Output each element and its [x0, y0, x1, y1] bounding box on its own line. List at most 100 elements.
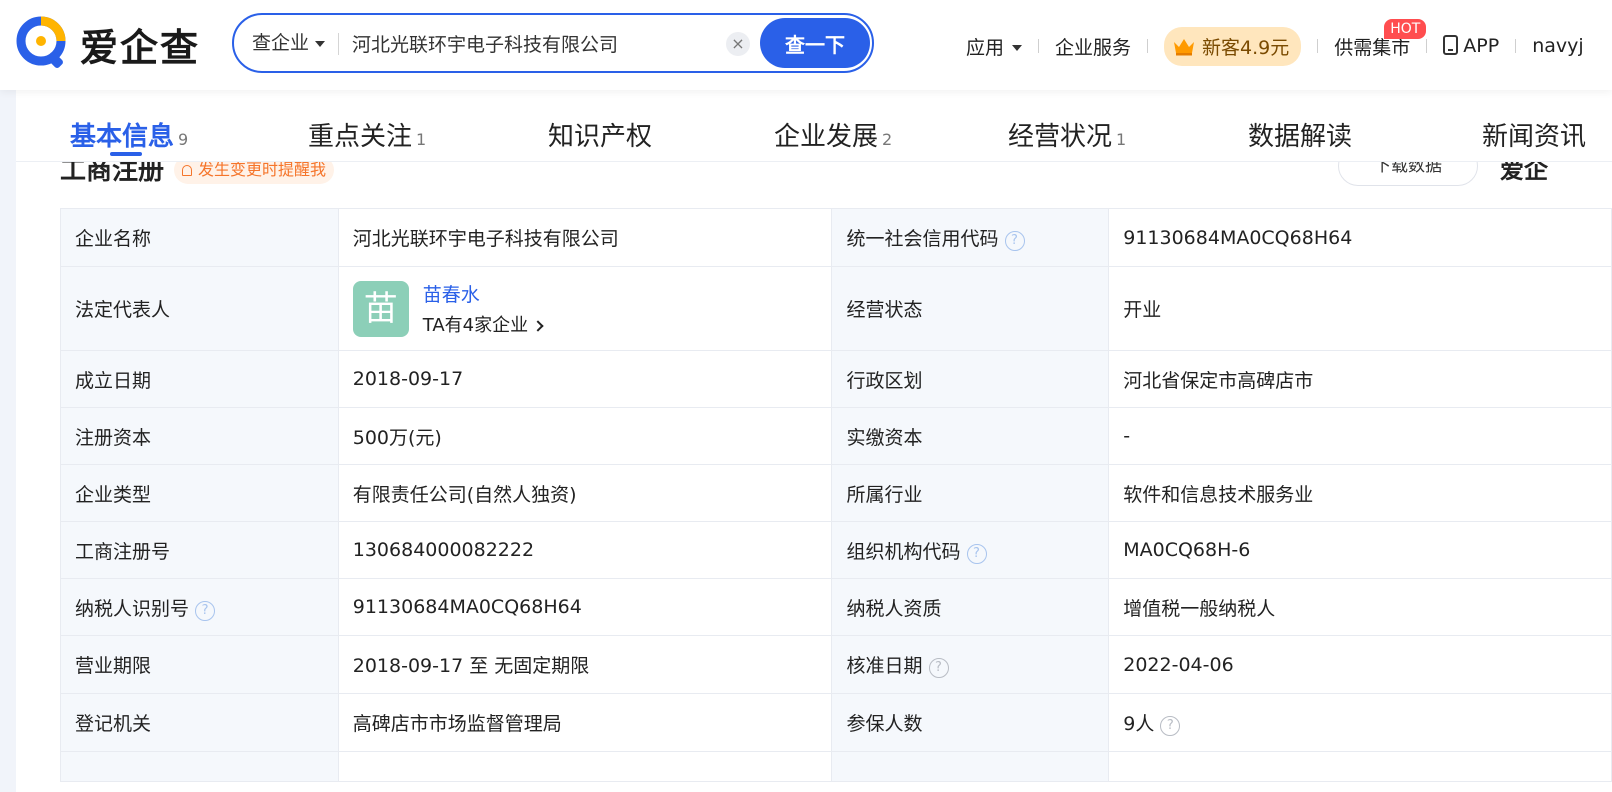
cell-label: 登记机关 [60, 693, 339, 752]
cell-label: 所属行业 [831, 464, 1110, 522]
tab-count: 1 [416, 130, 427, 149]
caret-down-icon [315, 40, 326, 47]
search-box: 查企业 × 查一下 [232, 13, 874, 73]
left-background-strip [0, 90, 16, 792]
site-logo[interactable]: 爱企查 [14, 14, 200, 74]
phone-icon [1443, 35, 1459, 55]
tab-news[interactable]: 新闻资讯 [1482, 116, 1586, 153]
nav-market-label: 供需集市 [1334, 36, 1411, 59]
nav-app[interactable]: APP [1443, 35, 1499, 57]
business-registration-table: 企业名称 河北光联环宇电子科技有限公司 统一社会信用代码? 91130684MA… [60, 208, 1612, 782]
table-row: 法定代表人 苗 苗春水 TA有4家企业 经营状态 开业 [60, 266, 1612, 351]
active-tab-indicator [110, 152, 142, 156]
cell-label: 参保人数 [831, 693, 1110, 752]
table-row: 营业期限 2018-09-17 至 无固定期限 核准日期? 2022-04-06 [60, 635, 1612, 694]
table-row: 登记机关 高碑店市市场监督管理局 参保人数 9人? [60, 693, 1612, 752]
nav-divider [1426, 39, 1428, 53]
cell-label: 注册资本 [60, 407, 339, 465]
nav-divider [1317, 39, 1319, 53]
help-icon[interactable]: ? [928, 658, 949, 678]
top-nav: 应用 企业服务 新客4.9元 供需集市 HOT APP navyj [966, 18, 1584, 66]
avatar[interactable]: 苗 [352, 280, 409, 337]
legal-representative: 苗 苗春水 TA有4家企业 [352, 280, 818, 337]
cell-value: 开业 [1108, 266, 1612, 351]
label-text: 统一社会信用代码 [846, 228, 999, 250]
tab-data-insights[interactable]: 数据解读 [1248, 116, 1352, 153]
tab-basic-info[interactable]: 基本信息 9 [70, 116, 188, 153]
cell-value [1108, 751, 1612, 782]
nav-promo-badge[interactable]: 新客4.9元 [1164, 26, 1302, 66]
cell-label: 行政区划 [831, 350, 1110, 408]
nav-user[interactable]: navyj [1532, 35, 1583, 57]
cell-value: - [1108, 407, 1612, 465]
cell-value: 软件和信息技术服务业 [1108, 464, 1612, 522]
tab-intellectual-property[interactable]: 知识产权 [548, 116, 652, 153]
label-text: 核准日期 [846, 655, 923, 677]
nav-enterprise-services[interactable]: 企业服务 [1055, 33, 1131, 60]
help-icon[interactable]: ? [195, 600, 216, 621]
logo-text: 爱企查 [80, 25, 201, 70]
cell-value: 河北省保定市高碑店市 [1108, 350, 1612, 408]
search-input[interactable] [352, 15, 712, 71]
tab-development[interactable]: 企业发展 2 [774, 116, 892, 153]
help-icon[interactable]: ? [1160, 716, 1181, 736]
table-row: 企业名称 河北光联环宇电子科技有限公司 统一社会信用代码? 91130684MA… [60, 208, 1612, 267]
cell-label: 经营状态 [831, 266, 1110, 351]
help-icon[interactable]: ? [966, 543, 987, 564]
chevron-right-icon [532, 320, 544, 332]
search-button[interactable]: 查一下 [760, 18, 870, 68]
nav-market[interactable]: 供需集市 HOT [1334, 18, 1427, 60]
tab-label: 新闻资讯 [1482, 122, 1587, 152]
nav-divider [1147, 39, 1149, 53]
cell-value: 500万(元) [337, 407, 833, 465]
table-row [60, 751, 1612, 782]
tab-operations[interactable]: 经营状况 1 [1008, 116, 1126, 153]
cell-label: 纳税人资质 [831, 578, 1110, 636]
table-row: 企业类型 有限责任公司(自然人独资) 所属行业 软件和信息技术服务业 [60, 464, 1612, 522]
logo-q-icon [16, 16, 66, 68]
cell-value [337, 751, 833, 782]
label-text: 纳税人识别号 [75, 597, 190, 620]
cell-value: 2022-04-06 [1108, 635, 1612, 694]
legal-rep-name-link[interactable]: 苗春水 [423, 280, 542, 307]
search-type-dropdown[interactable]: 查企业 [252, 15, 326, 71]
value-text: 9人 [1123, 713, 1155, 735]
nav-divider [1038, 39, 1040, 53]
cell-label: 纳税人识别号? [60, 578, 339, 636]
tab-key-focus[interactable]: 重点关注 1 [308, 116, 426, 153]
nav-app-label: APP [1463, 35, 1500, 57]
bell-icon [182, 165, 192, 176]
search-divider [338, 33, 339, 55]
cell-value: 9人? [1108, 693, 1612, 752]
tab-count: 1 [1116, 130, 1127, 149]
table-row: 工商注册号 130684000082222 组织机构代码? MA0CQ68H-6 [60, 521, 1612, 579]
nav-divider [1515, 39, 1517, 53]
cell-label: 企业名称 [60, 208, 339, 267]
legal-rep-companies-link[interactable]: TA有4家企业 [423, 311, 544, 337]
cell-value: 91130684MA0CQ68H64 [1108, 208, 1612, 267]
cell-label: 成立日期 [60, 350, 339, 408]
crown-icon [1174, 39, 1195, 56]
tab-label: 企业发展 [774, 122, 879, 152]
cell-label: 统一社会信用代码? [831, 208, 1110, 267]
table-row: 注册资本 500万(元) 实缴资本 - [60, 407, 1612, 465]
help-icon[interactable]: ? [1004, 231, 1025, 251]
cell-label: 实缴资本 [831, 407, 1110, 465]
nav-apps[interactable]: 应用 [966, 33, 1023, 60]
cell-label: 核准日期? [831, 635, 1110, 694]
cell-value: 有限责任公司(自然人独资) [337, 464, 833, 522]
search-type-label: 查企业 [252, 32, 310, 54]
top-header: 爱企查 查企业 × 查一下 应用 企业服务 新客4.9元 供需集市 HOT [0, 0, 1612, 90]
label-text: 组织机构代码 [846, 540, 961, 563]
cell-value: 高碑店市市场监督管理局 [337, 693, 833, 752]
tab-label: 基本信息 [70, 122, 175, 152]
clear-icon[interactable]: × [726, 32, 750, 56]
cell-label [831, 751, 1110, 782]
cell-value: 2018-09-17 [337, 350, 833, 408]
tab-label: 经营状况 [1008, 122, 1113, 152]
cell-value: MA0CQ68H-6 [1108, 521, 1612, 579]
tab-bar: 基本信息 9 重点关注 1 知识产权 企业发展 2 经营状况 1 数据解读 新闻资讯 [16, 90, 1612, 162]
cell-label: 法定代表人 [60, 266, 339, 351]
hot-badge: HOT [1384, 18, 1427, 39]
table-row: 成立日期 2018-09-17 行政区划 河北省保定市高碑店市 [60, 350, 1612, 408]
